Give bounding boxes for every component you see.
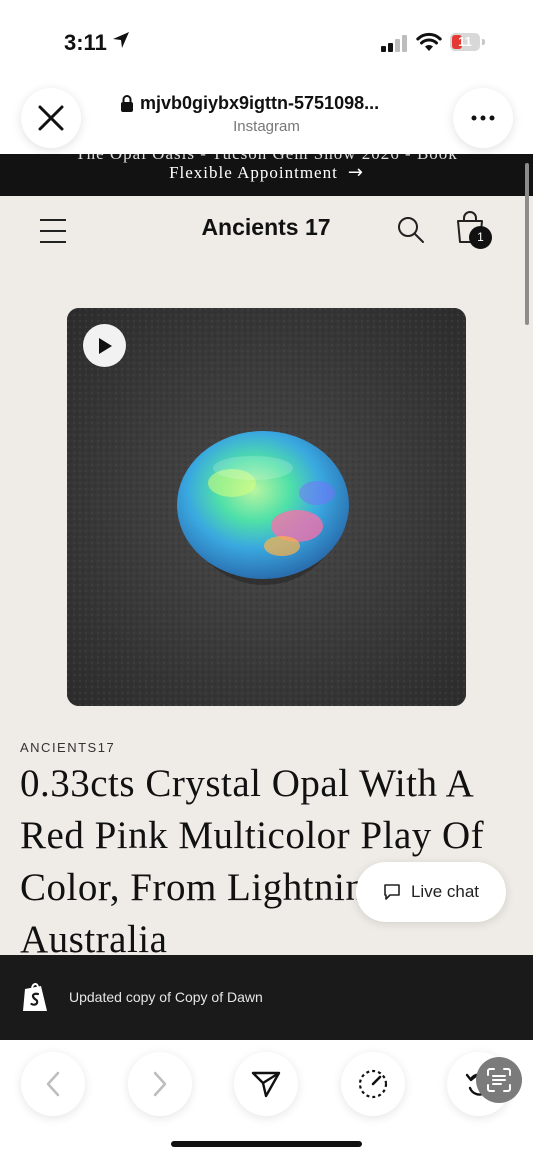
share-button[interactable] <box>234 1052 298 1116</box>
speed-button[interactable] <box>341 1052 405 1116</box>
share-icon <box>251 1071 281 1098</box>
more-icon <box>471 115 495 121</box>
location-arrow-icon <box>113 32 129 48</box>
announcement-link[interactable]: Flexible Appointment → <box>0 162 533 183</box>
battery-icon: 11 <box>450 33 480 51</box>
source-app-label: Instagram <box>233 118 300 135</box>
text-scan-icon <box>487 1068 511 1092</box>
announcement-text: Flexible Appointment <box>169 162 338 182</box>
chevron-left-icon <box>46 1071 60 1097</box>
cellular-signal-icon <box>381 35 407 52</box>
battery-tip <box>482 39 485 45</box>
url-text: mjvb0giybx9igttn-5751098... <box>140 92 380 113</box>
arrow-right-icon: → <box>347 162 364 183</box>
live-chat-label: Live chat <box>410 882 480 901</box>
speedometer-icon <box>358 1069 388 1099</box>
product-vendor: ANCIENTS17 <box>20 740 116 755</box>
play-video-button[interactable] <box>83 324 126 367</box>
more-options-button[interactable] <box>453 88 513 148</box>
lock-icon <box>121 94 133 112</box>
scrollbar[interactable] <box>525 163 529 325</box>
chat-bubble-icon <box>384 884 400 900</box>
shopify-icon <box>23 983 47 1011</box>
url-bar[interactable]: mjvb0giybx9igttn-5751098... <box>120 92 420 114</box>
search-icon[interactable] <box>397 216 425 244</box>
status-time: 3:11 <box>64 30 107 55</box>
chevron-right-icon <box>153 1071 167 1097</box>
wifi-icon <box>416 32 442 51</box>
cart-count-badge: 1 <box>469 226 492 249</box>
announcement-bar[interactable]: The Opal Oasis - Tucson Gem Show 2026 - … <box>0 154 533 196</box>
live-chat-button[interactable]: Live chat <box>356 862 506 922</box>
close-icon <box>38 105 64 131</box>
hamburger-icon[interactable] <box>40 219 66 243</box>
forward-button[interactable] <box>128 1052 192 1116</box>
store-brand[interactable]: Ancients 17 <box>166 214 366 241</box>
product-image[interactable] <box>67 308 466 706</box>
play-icon <box>98 337 112 354</box>
home-indicator[interactable] <box>171 1141 362 1147</box>
back-button[interactable] <box>21 1052 85 1116</box>
opal-photo <box>67 308 466 706</box>
text-scan-button[interactable] <box>476 1057 522 1103</box>
shopify-preview-text: Updated copy of Copy of Dawn <box>69 989 263 1005</box>
close-button[interactable] <box>21 88 81 148</box>
battery-level: 11 <box>458 34 472 49</box>
